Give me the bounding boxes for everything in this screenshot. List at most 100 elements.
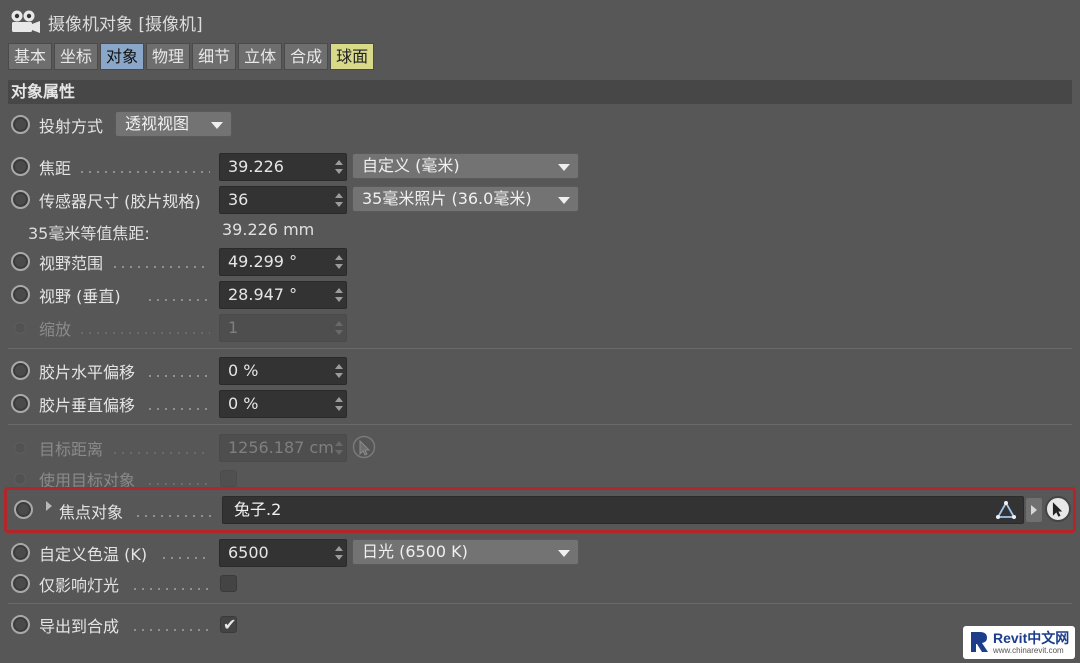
tab-stereoscopic[interactable]: 立体 bbox=[238, 43, 283, 70]
affect-lights-checkbox[interactable] bbox=[220, 575, 237, 592]
projection-value: 透视视图 bbox=[125, 114, 190, 133]
spinner-icon[interactable] bbox=[335, 193, 343, 207]
animate-toggle[interactable] bbox=[11, 574, 30, 593]
animate-toggle bbox=[14, 473, 26, 485]
zoom-row: 缩放 1 bbox=[0, 312, 1080, 342]
spinner-icon[interactable] bbox=[335, 255, 343, 269]
fov-vertical-label: 视野 (垂直) bbox=[39, 287, 121, 306]
chevron-down-icon bbox=[558, 197, 570, 204]
dot-leader bbox=[78, 171, 210, 173]
divider bbox=[8, 603, 1072, 604]
tab-details[interactable]: 细节 bbox=[192, 43, 237, 70]
film-v-offset-value: 0 % bbox=[228, 394, 259, 413]
use-target-checkbox bbox=[220, 470, 237, 487]
film-v-offset-row: 胶片垂直偏移 0 % bbox=[0, 388, 1080, 418]
title-bar: 摄像机对象 [摄像机] bbox=[0, 0, 1080, 42]
focal-length-row: 焦距 39.226 自定义 (毫米) bbox=[0, 151, 1080, 181]
link-menu-arrow-button[interactable] bbox=[1026, 498, 1042, 522]
focus-object-value: 兔子.2 bbox=[234, 500, 282, 519]
film-h-offset-label: 胶片水平偏移 bbox=[39, 363, 136, 382]
equiv-focal-value: 39.226 mm bbox=[222, 220, 315, 239]
animate-toggle[interactable] bbox=[11, 157, 30, 176]
target-distance-label: 目标距离 bbox=[39, 440, 104, 459]
watermark: Revit中文网 www.chinarevit.com bbox=[963, 626, 1075, 659]
focal-unit-value: 自定义 (毫米) bbox=[362, 156, 460, 175]
affect-lights-row: 仅影响灯光 bbox=[0, 568, 1080, 598]
animate-toggle[interactable] bbox=[14, 500, 33, 519]
chevron-down-icon bbox=[558, 550, 570, 557]
revit-logo bbox=[971, 632, 988, 652]
expand-triangle-icon[interactable] bbox=[46, 501, 52, 511]
zoom-value: 1 bbox=[228, 318, 239, 337]
animate-toggle[interactable] bbox=[11, 615, 30, 634]
tab-compositing[interactable]: 合成 bbox=[284, 43, 329, 70]
spinner-icon[interactable] bbox=[335, 288, 343, 302]
zoom-label: 缩放 bbox=[39, 320, 72, 339]
color-temp-input[interactable]: 6500 bbox=[219, 539, 347, 567]
check-icon: ✔ bbox=[223, 615, 237, 634]
film-h-offset-input[interactable]: 0 % bbox=[219, 357, 347, 385]
dot-leader bbox=[134, 515, 212, 517]
animate-toggle[interactable] bbox=[11, 252, 30, 271]
export-checkbox[interactable]: ✔ bbox=[220, 615, 237, 634]
spinner-icon[interactable] bbox=[335, 546, 343, 560]
chevron-down-icon bbox=[558, 164, 570, 171]
dot-leader bbox=[146, 483, 210, 485]
focal-length-input[interactable]: 39.226 bbox=[219, 153, 347, 181]
spinner-icon bbox=[335, 441, 343, 455]
sensor-preset-dropdown[interactable]: 35毫米照片 (36.0毫米) bbox=[352, 186, 579, 212]
color-temp-dropdown[interactable]: 日光 (6500 K) bbox=[352, 539, 579, 565]
fov-vertical-input[interactable]: 28.947 ° bbox=[219, 281, 347, 309]
film-v-offset-input[interactable]: 0 % bbox=[219, 390, 347, 418]
animate-toggle[interactable] bbox=[11, 543, 30, 562]
animate-toggle[interactable] bbox=[11, 190, 30, 209]
object-triangle-icon bbox=[996, 501, 1016, 519]
tab-object[interactable]: 对象 bbox=[100, 43, 145, 70]
pick-object-icon[interactable] bbox=[1045, 496, 1071, 522]
tab-basic[interactable]: 基本 bbox=[8, 43, 53, 70]
target-distance-value: 1256.187 cm bbox=[228, 438, 334, 457]
dot-leader bbox=[111, 452, 210, 454]
export-row: 导出到合成 ✔ bbox=[0, 609, 1080, 639]
animate-toggle[interactable] bbox=[11, 115, 30, 134]
projection-dropdown[interactable]: 透视视图 bbox=[115, 111, 232, 137]
animate-toggle[interactable] bbox=[11, 285, 30, 304]
tab-spherical[interactable]: 球面 bbox=[330, 43, 375, 70]
zoom-input: 1 bbox=[219, 314, 347, 342]
focus-object-row: 焦点对象 兔子.2 bbox=[4, 487, 1076, 533]
panel-title: 摄像机对象 [摄像机] bbox=[48, 15, 203, 35]
section-header: 对象属性 bbox=[8, 80, 1072, 104]
animate-toggle[interactable] bbox=[11, 361, 30, 380]
dot-leader bbox=[146, 375, 210, 377]
color-temp-label: 自定义色温 (K) bbox=[39, 545, 148, 564]
color-temp-preset: 日光 (6500 K) bbox=[362, 542, 468, 561]
sensor-size-input[interactable]: 36 bbox=[219, 186, 347, 214]
dot-leader bbox=[78, 332, 210, 334]
equiv-focal-label: 35毫米等值焦距: bbox=[28, 224, 150, 243]
fov-row: 视野范围 49.299 ° bbox=[0, 246, 1080, 276]
tab-coordinates[interactable]: 坐标 bbox=[54, 43, 99, 70]
film-v-offset-label: 胶片垂直偏移 bbox=[39, 396, 136, 415]
affect-lights-label: 仅影响灯光 bbox=[39, 576, 120, 595]
projection-label: 投射方式 bbox=[39, 117, 104, 136]
export-label: 导出到合成 bbox=[39, 617, 120, 636]
sensor-preset-value: 35毫米照片 (36.0毫米) bbox=[362, 189, 532, 208]
focus-object-link-field[interactable]: 兔子.2 bbox=[222, 496, 1024, 524]
animate-toggle[interactable] bbox=[11, 394, 30, 413]
watermark-url: www.chinarevit.com bbox=[993, 646, 1064, 655]
film-h-offset-row: 胶片水平偏移 0 % bbox=[0, 355, 1080, 385]
spinner-icon[interactable] bbox=[335, 397, 343, 411]
fov-vertical-row: 视野 (垂直) 28.947 ° bbox=[0, 279, 1080, 309]
dot-leader bbox=[131, 629, 210, 631]
chevron-down-icon bbox=[211, 122, 223, 129]
spinner-icon[interactable] bbox=[335, 160, 343, 174]
focus-object-label: 焦点对象 bbox=[59, 503, 124, 522]
focal-unit-dropdown[interactable]: 自定义 (毫米) bbox=[352, 153, 579, 179]
fov-input[interactable]: 49.299 ° bbox=[219, 248, 347, 276]
dot-leader bbox=[160, 557, 210, 559]
animate-toggle bbox=[14, 442, 26, 454]
spinner-icon[interactable] bbox=[335, 364, 343, 378]
tab-physical[interactable]: 物理 bbox=[146, 43, 191, 70]
fov-vertical-value: 28.947 ° bbox=[228, 285, 298, 304]
watermark-brand: Revit中文网 bbox=[993, 630, 1070, 646]
